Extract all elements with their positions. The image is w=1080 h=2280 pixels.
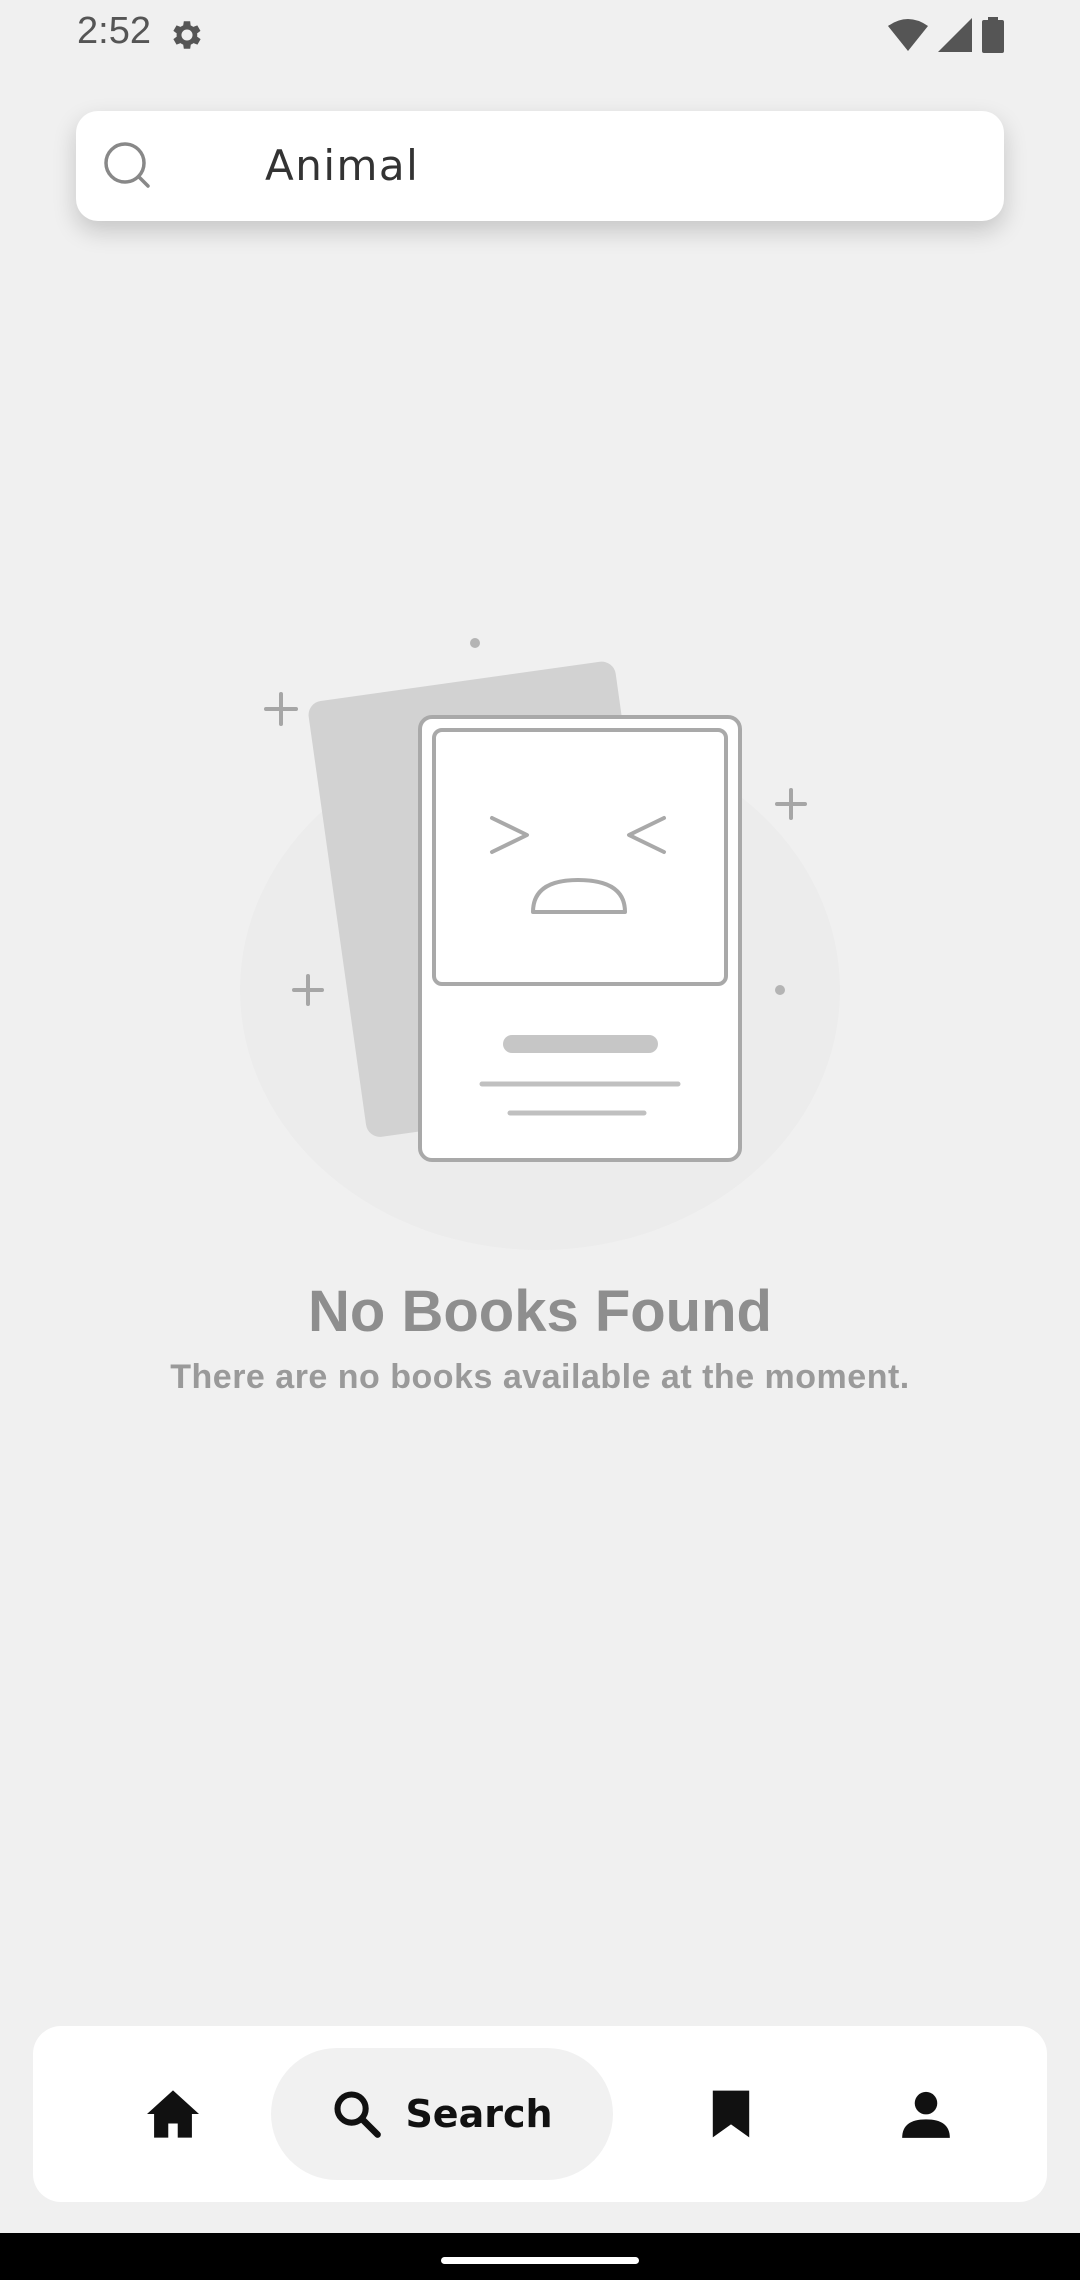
gesture-handle[interactable] <box>441 2257 639 2264</box>
nav-search-label: Search <box>405 2092 553 2136</box>
search-icon <box>334 2091 382 2138</box>
empty-state-subtitle: There are no books available at the mome… <box>170 1358 910 1396</box>
empty-state-title: No Books Found <box>308 1279 772 1344</box>
settings-gear-icon <box>173 21 201 49</box>
nav-profile-button[interactable] <box>871 2026 981 2202</box>
screen: 2:52 Animal No Books Found There are no … <box>0 0 1080 2280</box>
home-icon <box>147 2090 199 2138</box>
status-bar: 2:52 <box>0 0 1080 70</box>
status-icons <box>888 16 1004 54</box>
bottom-navigation: Search <box>33 2026 1047 2202</box>
status-time: 2:52 <box>77 10 151 52</box>
search-input[interactable]: Animal <box>265 141 419 190</box>
nav-bookmarks-button[interactable] <box>676 2026 786 2202</box>
bookmark-icon <box>712 2090 750 2138</box>
person-icon <box>902 2091 950 2138</box>
nav-search-button[interactable]: Search <box>271 2048 613 2180</box>
cellular-signal-icon <box>938 18 972 52</box>
battery-icon <box>982 17 1004 53</box>
search-bar[interactable]: Animal <box>76 111 1004 221</box>
search-icon <box>104 142 150 188</box>
wifi-icon <box>888 19 928 51</box>
nav-home-button[interactable] <box>118 2026 228 2202</box>
sad-book-cards-illustration <box>240 638 840 1250</box>
